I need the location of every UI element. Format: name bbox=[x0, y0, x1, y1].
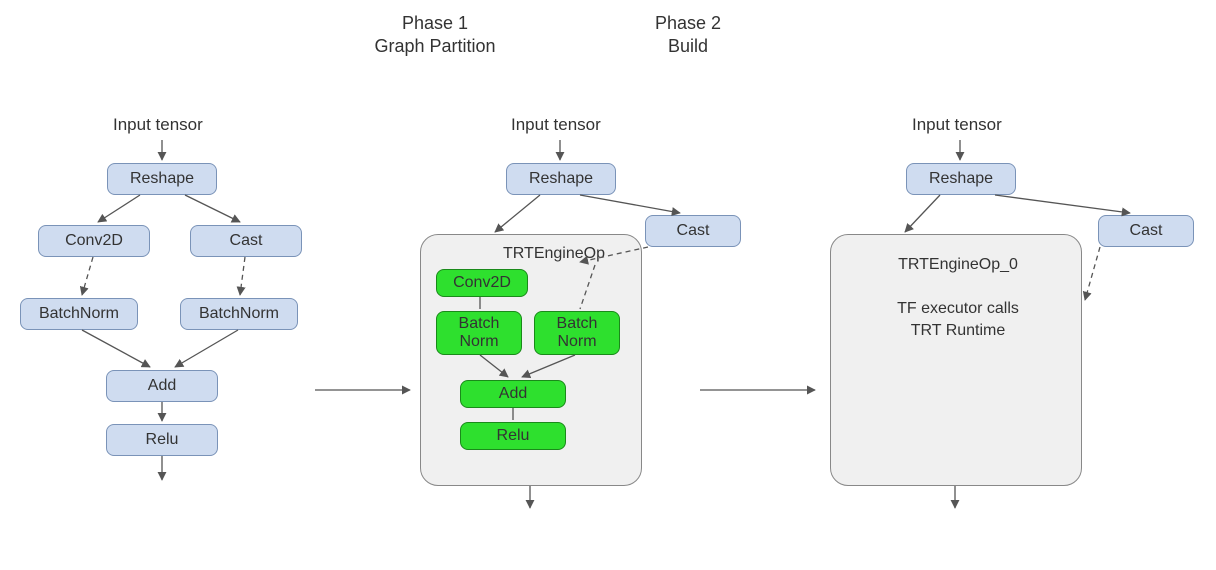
node-text: Add bbox=[499, 385, 527, 403]
node-text: Cast bbox=[677, 222, 710, 240]
mid-node-bn-l: Batch Norm bbox=[436, 311, 522, 355]
mid-node-reshape: Reshape bbox=[506, 163, 616, 195]
phase2-label: Phase 2 Build bbox=[618, 12, 758, 59]
node-text: Relu bbox=[146, 431, 179, 449]
phase1-subtitle: Graph Partition bbox=[374, 36, 495, 56]
right-node-cast: Cast bbox=[1098, 215, 1194, 247]
phase1-label: Phase 1 Graph Partition bbox=[345, 12, 525, 59]
node-text: Reshape bbox=[130, 170, 194, 188]
node-text: Cast bbox=[1130, 222, 1163, 240]
left-node-batchnorm-r: BatchNorm bbox=[180, 298, 298, 330]
node-text: Reshape bbox=[529, 170, 593, 188]
right-container-title: TRTEngineOp_0 bbox=[848, 254, 1068, 276]
right-node-reshape: Reshape bbox=[906, 163, 1016, 195]
right-input-label: Input tensor bbox=[912, 115, 1002, 135]
mid-node-cast: Cast bbox=[645, 215, 741, 247]
left-node-relu: Relu bbox=[106, 424, 218, 456]
mid-node-conv2d: Conv2D bbox=[436, 269, 528, 297]
mid-node-add: Add bbox=[460, 380, 566, 408]
node-text: BatchNorm bbox=[199, 305, 279, 323]
phase2-subtitle: Build bbox=[668, 36, 708, 56]
mid-node-relu: Relu bbox=[460, 422, 566, 450]
left-input-label: Input tensor bbox=[113, 115, 203, 135]
node-text: Conv2D bbox=[453, 274, 511, 292]
node-text: Batch Norm bbox=[557, 315, 598, 350]
node-text: Batch Norm bbox=[459, 315, 500, 350]
left-node-conv2d: Conv2D bbox=[38, 225, 150, 257]
node-text: Conv2D bbox=[65, 232, 123, 250]
right-container-body: TF executor calls TRT Runtime bbox=[848, 298, 1068, 341]
left-node-batchnorm-l: BatchNorm bbox=[20, 298, 138, 330]
phase2-title: Phase 2 bbox=[655, 13, 721, 33]
node-text: BatchNorm bbox=[39, 305, 119, 323]
node-text: Relu bbox=[497, 427, 530, 445]
mid-input-label: Input tensor bbox=[511, 115, 601, 135]
node-text: Reshape bbox=[929, 170, 993, 188]
node-text: Add bbox=[148, 377, 176, 395]
phase1-title: Phase 1 bbox=[402, 13, 468, 33]
mid-container-label: TRTEngineOp bbox=[494, 243, 614, 265]
left-node-add: Add bbox=[106, 370, 218, 402]
mid-node-bn-r: Batch Norm bbox=[534, 311, 620, 355]
left-node-cast: Cast bbox=[190, 225, 302, 257]
node-text: Cast bbox=[230, 232, 263, 250]
left-node-reshape: Reshape bbox=[107, 163, 217, 195]
